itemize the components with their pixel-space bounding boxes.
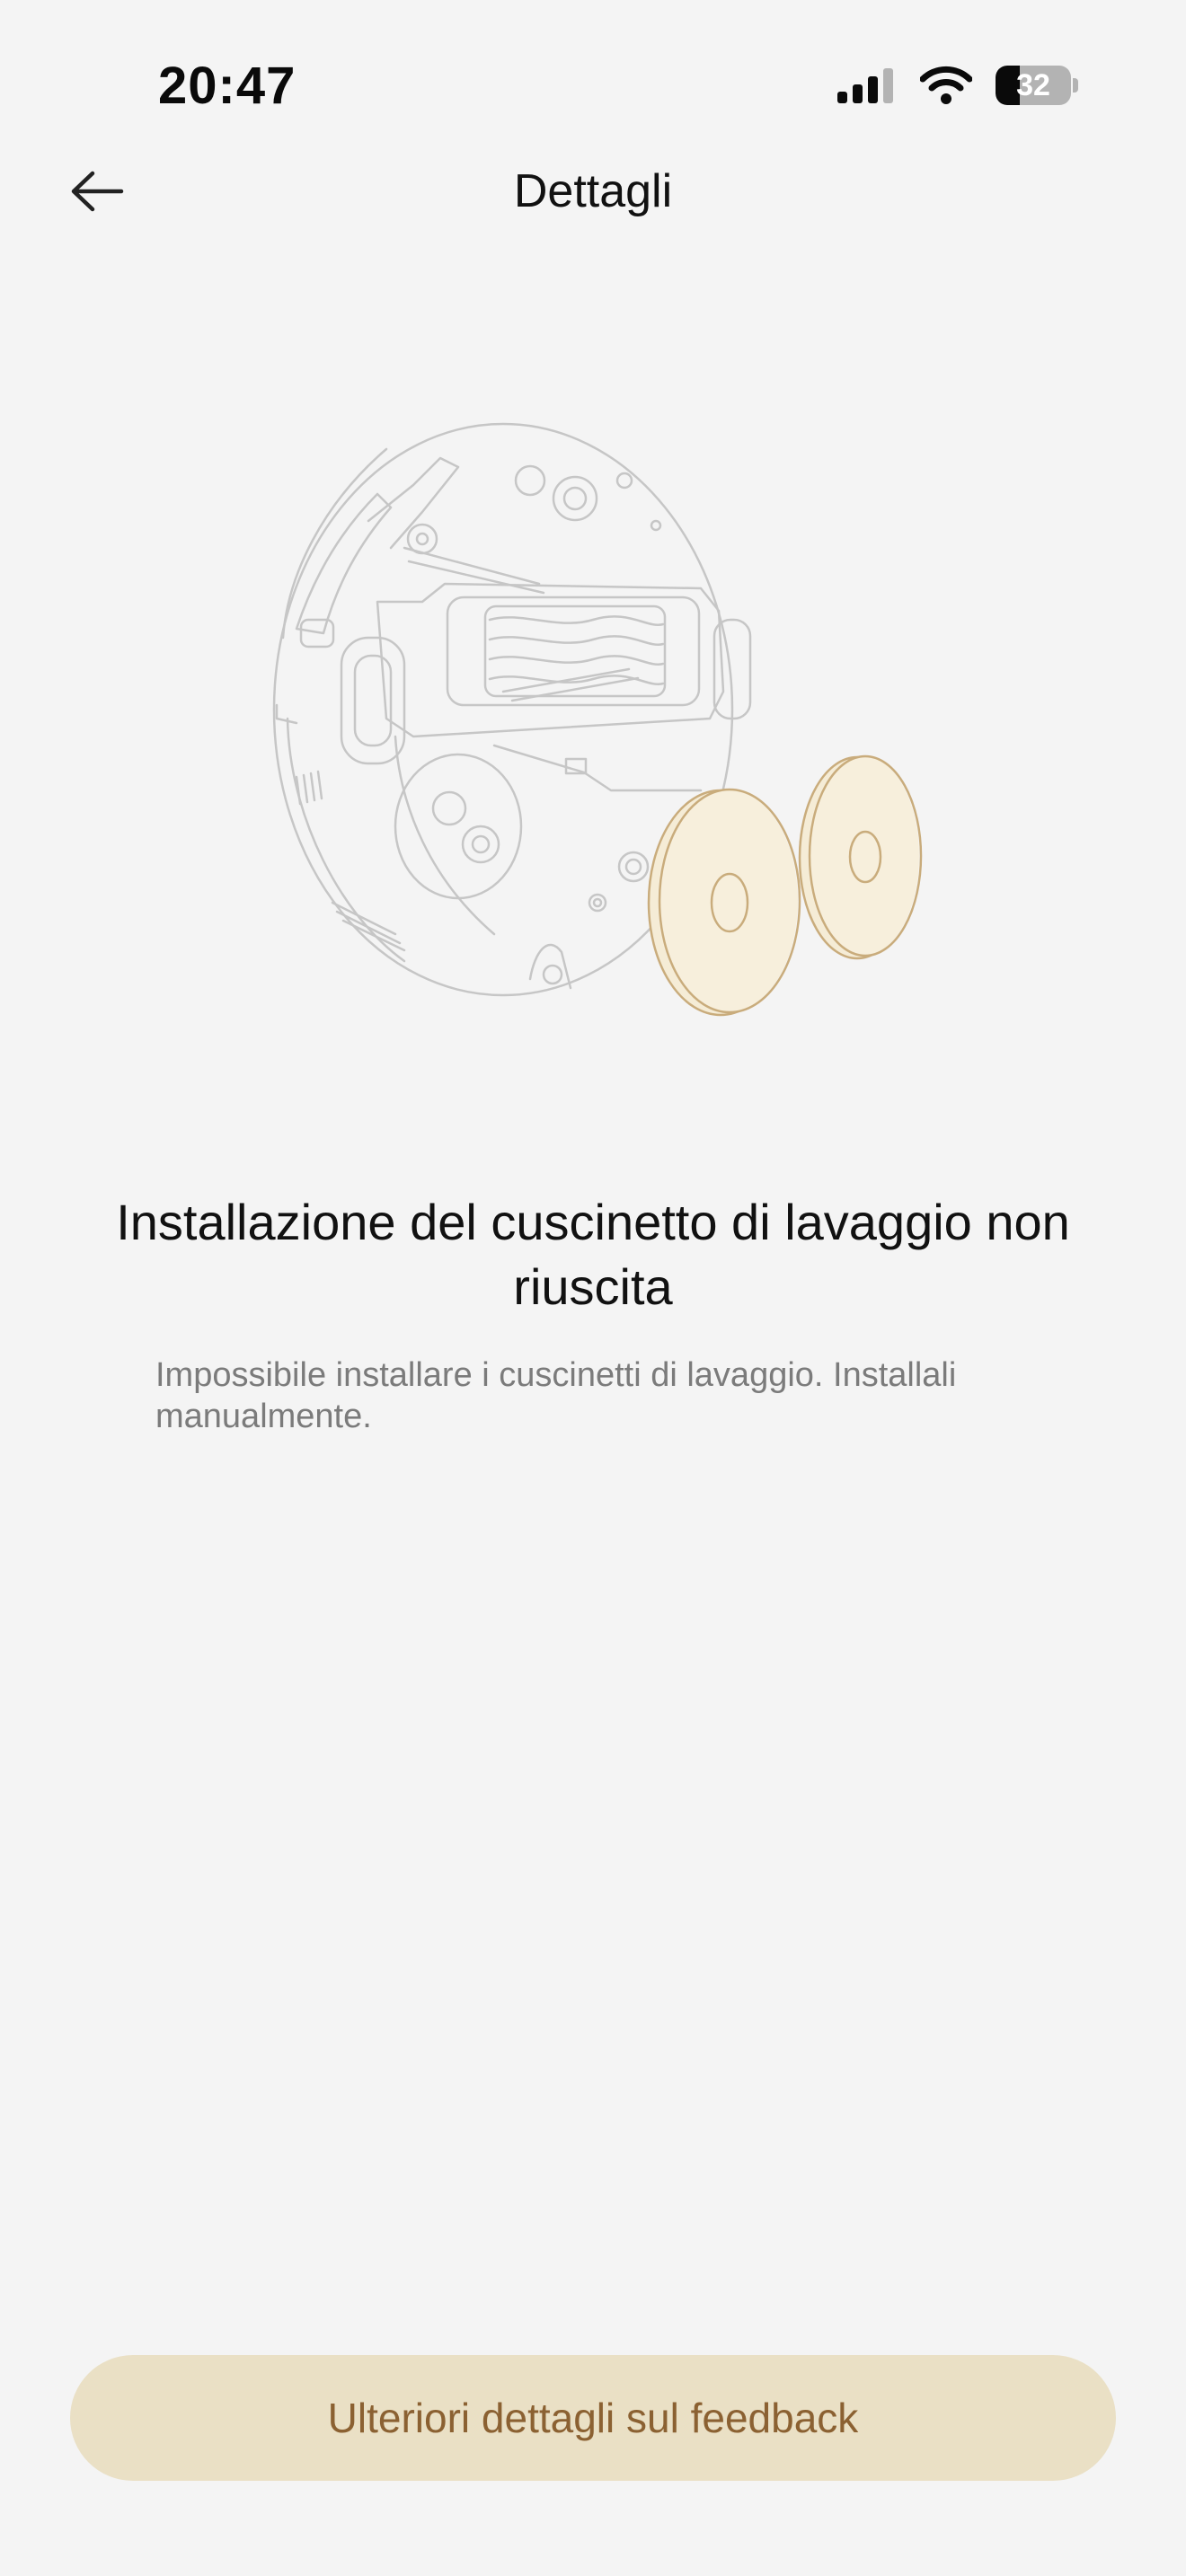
- wifi-icon: [920, 66, 972, 104]
- header: Dettagli: [0, 144, 1186, 239]
- battery-indicator: 32: [996, 66, 1078, 105]
- page-title: Dettagli: [513, 165, 673, 217]
- feedback-details-button[interactable]: Ulteriori dettagli sul feedback: [70, 2355, 1116, 2481]
- robot-vacuum-illustration: [272, 422, 923, 1017]
- status-icons: 32: [837, 63, 1078, 108]
- battery-level: 32: [1016, 68, 1050, 102]
- status-time: 20:47: [158, 57, 296, 115]
- cellular-signal-icon: [837, 68, 893, 103]
- error-description: Impossibile installare i cuscinetti di l…: [155, 1356, 957, 1435]
- error-title: Installazione del cuscinetto di lavaggio…: [116, 1194, 1070, 1315]
